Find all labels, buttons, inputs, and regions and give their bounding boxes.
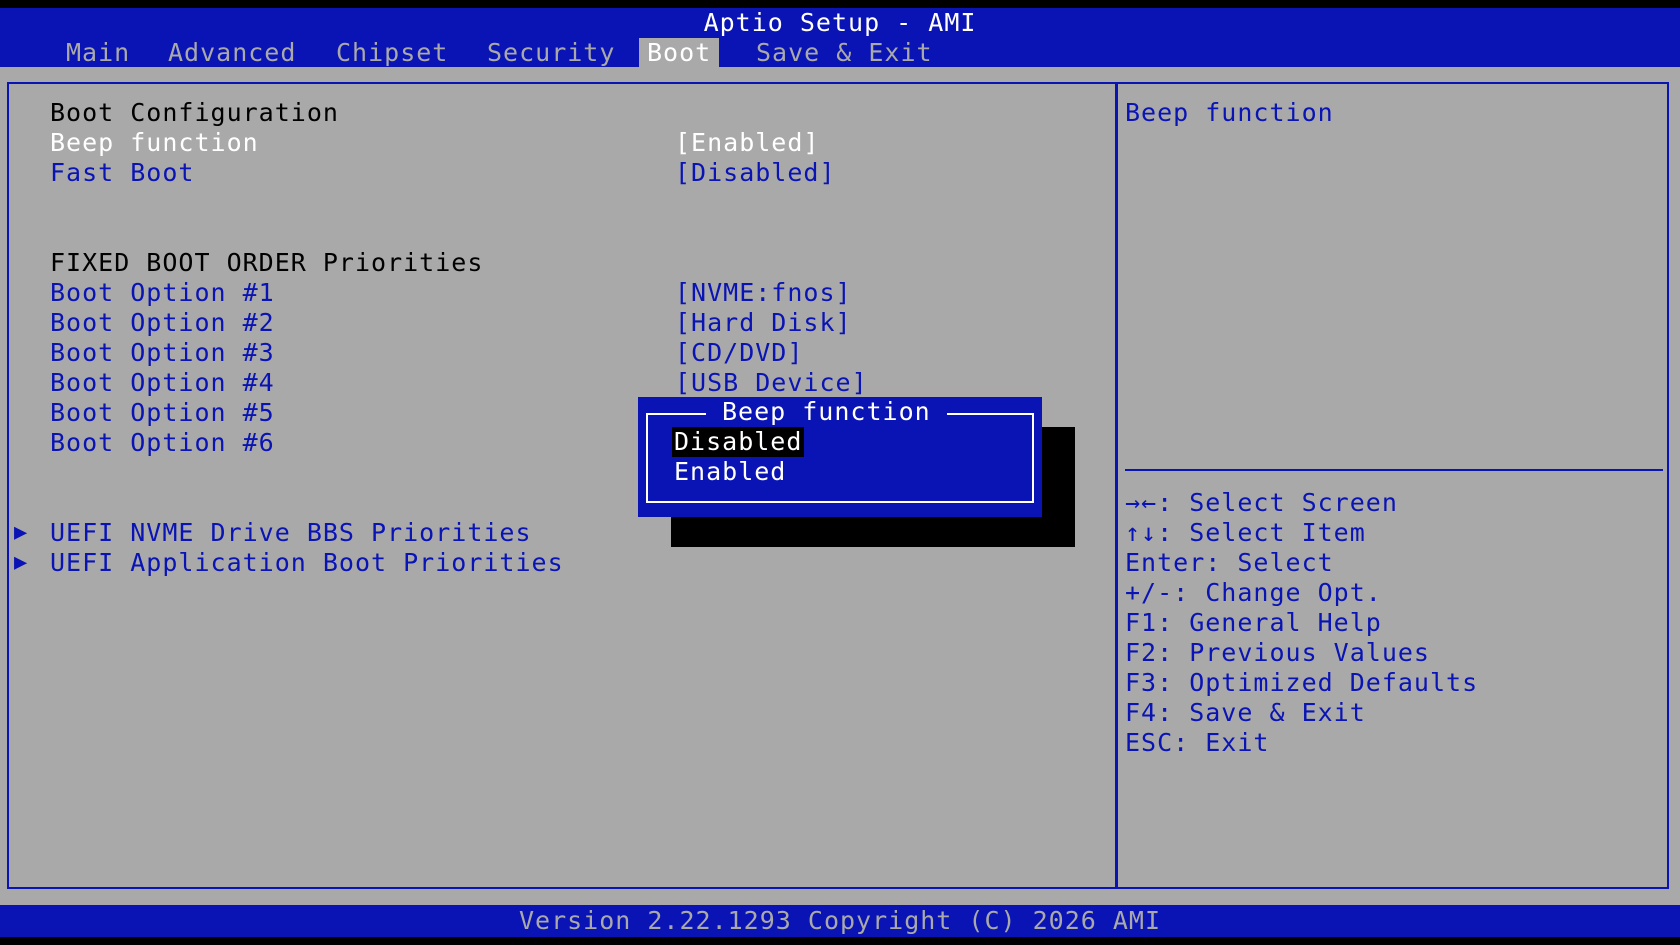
tab-security[interactable]: Security xyxy=(479,38,623,68)
popup-option-enabled[interactable]: Enabled xyxy=(672,457,788,487)
boot-option-1-item[interactable]: Boot Option #1 xyxy=(50,278,275,308)
boot-option-4-value[interactable]: [USB Device] xyxy=(675,368,868,398)
bios-screen: Aptio Setup - AMI Main Advanced Chipset … xyxy=(0,0,1680,945)
help-key-f2: F2: Previous Values xyxy=(1125,638,1430,667)
tab-boot[interactable]: Boot xyxy=(639,38,720,68)
tab-main[interactable]: Main xyxy=(58,38,138,68)
beep-function-item[interactable]: Beep function xyxy=(50,128,259,158)
boot-option-6-item[interactable]: Boot Option #6 xyxy=(50,428,275,458)
help-key-f1: F1: General Help xyxy=(1125,608,1382,637)
beep-function-value[interactable]: [Enabled] xyxy=(675,128,819,158)
boot-configuration-header: Boot Configuration xyxy=(50,98,339,127)
help-key-f3: F3: Optimized Defaults xyxy=(1125,668,1479,697)
boot-option-2-value[interactable]: [Hard Disk] xyxy=(675,308,852,338)
help-key-change-opt: +/-: Change Opt. xyxy=(1125,578,1382,607)
version-footer: Version 2.22.1293 Copyright (C) 2026 AMI xyxy=(518,906,1162,935)
submenu-arrow-icon: ▶ xyxy=(14,520,28,545)
boot-option-5-item[interactable]: Boot Option #5 xyxy=(50,398,275,428)
help-divider xyxy=(1125,469,1663,471)
tab-advanced[interactable]: Advanced xyxy=(160,38,304,68)
boot-option-2-item[interactable]: Boot Option #2 xyxy=(50,308,275,338)
tab-save-exit[interactable]: Save & Exit xyxy=(748,38,941,68)
help-key-esc: ESC: Exit xyxy=(1125,728,1270,757)
popup-title: Beep function xyxy=(706,397,947,427)
help-key-select-screen: →←: Select Screen xyxy=(1125,488,1398,517)
help-description: Beep function xyxy=(1125,98,1334,127)
boot-option-4-item[interactable]: Boot Option #4 xyxy=(50,368,275,398)
boot-option-3-item[interactable]: Boot Option #3 xyxy=(50,338,275,368)
fast-boot-item[interactable]: Fast Boot xyxy=(50,158,194,188)
panel-divider xyxy=(1115,82,1118,889)
fast-boot-value[interactable]: [Disabled] xyxy=(675,158,836,188)
popup-option-disabled[interactable]: Disabled xyxy=(672,427,805,457)
submenu-arrow-icon: ▶ xyxy=(14,550,28,575)
uefi-nvme-drive-bbs-priorities-item[interactable]: UEFI NVME Drive BBS Priorities xyxy=(50,518,532,548)
fixed-boot-order-header: FIXED BOOT ORDER Priorities xyxy=(50,248,484,277)
help-key-f4: F4: Save & Exit xyxy=(1125,698,1366,727)
help-key-select-item: ↑↓: Select Item xyxy=(1125,518,1366,547)
uefi-application-boot-priorities-item[interactable]: UEFI Application Boot Priorities xyxy=(50,548,564,578)
help-key-enter: Enter: Select xyxy=(1125,548,1334,577)
tab-chipset[interactable]: Chipset xyxy=(328,38,456,68)
boot-option-1-value[interactable]: [NVME:fnos] xyxy=(675,278,852,308)
boot-option-3-value[interactable]: [CD/DVD] xyxy=(675,338,803,368)
app-title: Aptio Setup - AMI xyxy=(703,8,977,37)
